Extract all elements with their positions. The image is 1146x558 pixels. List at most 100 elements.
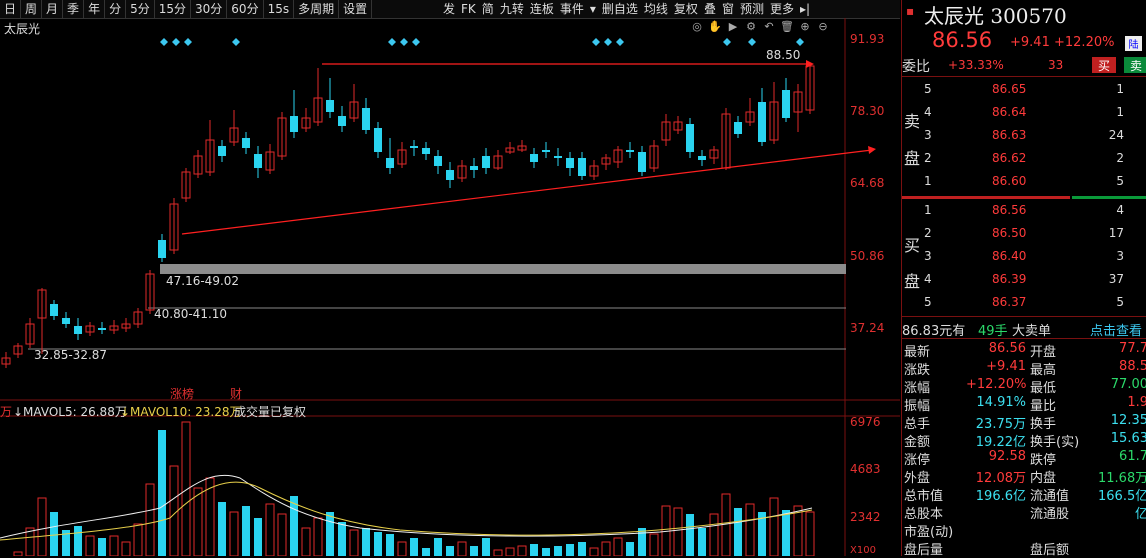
toolbar-item[interactable]: 窗	[719, 0, 737, 18]
bid-level[interactable]: 1 86.56 4	[902, 199, 1146, 222]
price-change-pct: +12.20%	[1054, 35, 1115, 50]
ask-level[interactable]: 4 86.64 1	[902, 101, 1146, 124]
signal-diamond	[604, 38, 612, 46]
volume-bar	[74, 526, 82, 556]
candle-body	[362, 108, 370, 130]
volume-bar	[601, 541, 611, 556]
candle-body	[758, 102, 766, 142]
period-tab[interactable]: 多周期	[294, 0, 340, 18]
toolbar-item[interactable]: 简	[479, 0, 497, 18]
buy-button[interactable]: 买	[1092, 57, 1116, 73]
toolbar-item[interactable]: 叠	[701, 0, 719, 18]
candle-body	[626, 150, 634, 152]
period-tab[interactable]: 15分	[155, 0, 192, 18]
ask-level[interactable]: 1 86.60 5	[902, 170, 1146, 193]
bid-level[interactable]: 4 86.39 37	[902, 268, 1146, 291]
event-label[interactable]: 财	[230, 385, 242, 402]
chart-icon-bar: ◎ ✋ ▶ ⚙ ↶ 🗑 ⊕ ⊖	[690, 20, 830, 34]
toolbar-item[interactable]: 九转	[497, 0, 527, 18]
candle-body	[338, 116, 346, 126]
period-tab[interactable]: 季	[63, 0, 85, 18]
candle-body	[62, 318, 70, 324]
period-tab[interactable]: 5分	[126, 0, 155, 18]
candle-body	[566, 158, 574, 168]
candle-body	[470, 166, 478, 170]
play-icon[interactable]: ▶	[726, 20, 740, 34]
candle-body	[482, 156, 490, 168]
ask-level[interactable]: 3 86.63 24	[902, 124, 1146, 147]
toolbar-item[interactable]: FK	[458, 0, 479, 18]
bid-level[interactable]: 3 86.40 3	[902, 245, 1146, 268]
sell-button[interactable]: 卖	[1124, 57, 1146, 73]
toolbar-item[interactable]: 删自选	[599, 0, 641, 18]
signal-diamond	[172, 38, 180, 46]
toolbar-item[interactable]: 更多	[767, 0, 797, 18]
chart-stock-name: 太辰光	[4, 22, 41, 36]
weibi-label: 委比	[902, 59, 930, 75]
period-tab[interactable]: 年	[84, 0, 106, 18]
hand-icon[interactable]: ✋	[708, 20, 722, 34]
period-tab[interactable]: 30分	[191, 0, 228, 18]
bid-level[interactable]: 2 86.50 17	[902, 222, 1146, 245]
volume-bar	[721, 493, 731, 556]
volume-bar	[85, 535, 95, 556]
bid-level[interactable]: 5 86.37 5	[902, 291, 1146, 314]
period-tab[interactable]: 60分	[227, 0, 264, 18]
period-tab[interactable]: 设置	[339, 0, 373, 18]
event-label[interactable]: 涨榜	[170, 385, 194, 402]
period-tab[interactable]: 15s	[264, 0, 295, 18]
stat-value: +12.20%	[966, 377, 1027, 392]
stat-value: 86.56	[988, 341, 1026, 356]
volume-bar	[530, 544, 538, 556]
toolbar-item[interactable]: 连板	[527, 0, 557, 18]
trash-icon[interactable]: 🗑	[780, 20, 794, 34]
level-num: 3	[924, 249, 932, 263]
volume-bar	[254, 518, 262, 556]
toolbar-item[interactable]: ▸|	[797, 0, 813, 18]
period-tab[interactable]: 周	[21, 0, 43, 18]
period-tab[interactable]: 日	[0, 0, 22, 18]
stat-row: 盘后量 盘后额	[902, 538, 1146, 558]
period-tab[interactable]: 分	[105, 0, 127, 18]
volume-bar	[673, 507, 683, 556]
volume-bar	[457, 541, 467, 556]
volume-bar	[446, 546, 454, 556]
settings-icon[interactable]: ⚙	[744, 20, 758, 34]
volume-bar	[554, 546, 562, 556]
volume-bar	[769, 497, 779, 556]
candle-body	[50, 304, 58, 316]
toolbar-item[interactable]: 均线	[641, 0, 671, 18]
big-order-price: 86.83元有	[902, 324, 966, 339]
big-order-link[interactable]: 点击查看	[1090, 320, 1142, 339]
toolbar-item[interactable]: 发	[440, 0, 458, 18]
volume-bar	[517, 545, 527, 556]
volume-bar	[158, 430, 166, 556]
level-volume: 4	[1116, 203, 1124, 217]
peak-price-label: 88.50	[766, 48, 801, 62]
ask-level[interactable]: 2 86.62 2	[902, 147, 1146, 170]
toolbar-item[interactable]: 事件	[557, 0, 587, 18]
volume-bar	[313, 517, 323, 556]
undo-icon[interactable]: ↶	[762, 20, 776, 34]
toolbar-item[interactable]: ▾	[587, 0, 599, 18]
candle-body	[578, 158, 586, 176]
star-icon[interactable]: ▪	[906, 4, 914, 18]
zoom-out-icon[interactable]: ⊖	[816, 20, 830, 34]
toolbar-item[interactable]: 复权	[671, 0, 701, 18]
level-price: 86.56	[992, 203, 1027, 217]
level-volume: 5	[1116, 295, 1124, 309]
toolbar-item[interactable]: 预测	[737, 0, 767, 18]
volume-bar	[589, 547, 599, 556]
level-price: 86.37	[992, 295, 1027, 309]
volume-bar	[13, 551, 23, 556]
period-tab[interactable]: 月	[42, 0, 64, 18]
level-volume: 1	[1116, 105, 1124, 119]
eye-icon[interactable]: ◎	[690, 20, 704, 34]
toolbar-right: 发 FK 简九转 连板 事件 ▾ 删自选 均线 复权叠窗预测 更多 ▸|	[440, 0, 813, 18]
ask-level[interactable]: 5 86.65 1	[902, 78, 1146, 101]
level-price: 86.39	[992, 272, 1027, 286]
signal-diamond	[748, 38, 756, 46]
price-change: +9.41	[1010, 35, 1050, 50]
kline-chart[interactable]	[0, 18, 900, 556]
zoom-in-icon[interactable]: ⊕	[798, 20, 812, 34]
